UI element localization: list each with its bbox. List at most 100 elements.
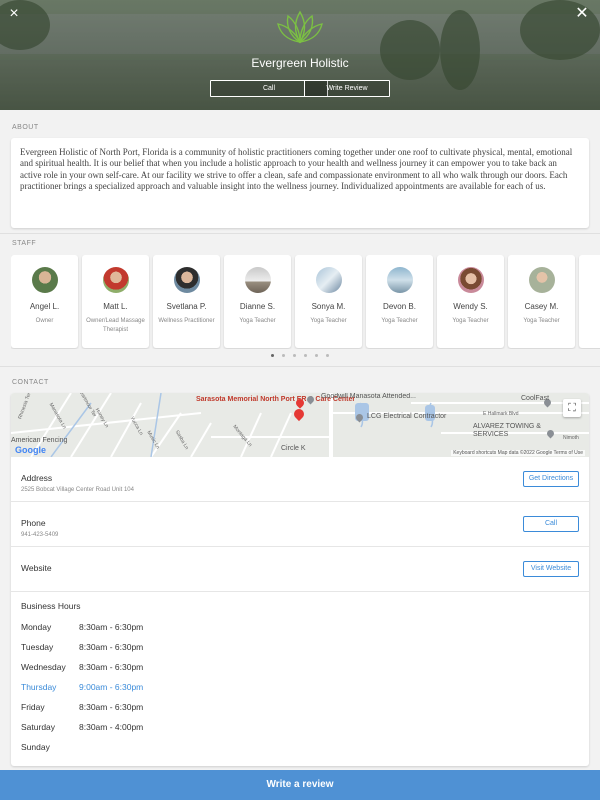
staff-role: Yoga Teacher [452,318,489,324]
divider [0,233,600,234]
about-section-label: ABOUT [12,124,39,131]
staff-card[interactable]: Sonya M. Yoga Teacher [295,255,362,348]
hours-time: 8:30am - 6:30pm [79,622,144,632]
pagination-dot[interactable] [304,354,307,357]
staff-card[interactable]: Wendy S. Yoga Teacher [437,255,504,348]
map-label-nimoth: Nimoth [563,435,579,441]
close-icon[interactable]: × [6,6,22,22]
hours-day: Thursday [21,682,57,692]
fullscreen-icon[interactable]: ⛶ [563,399,581,417]
map-label-hallmark: E Hallmark Blvd [483,411,519,417]
address-title: Address [21,473,53,483]
about-card: Evergreen Holistic of North Port, Florid… [11,138,589,228]
staff-role: Yoga Teacher [310,318,347,324]
lotus-logo-icon [277,10,323,44]
map-label-circlek: Circle K [281,445,306,452]
hours-day: Tuesday [21,642,54,652]
staff-section-label: STAFF [12,240,37,247]
staff-card[interactable]: Dianne S. Yoga Teacher [224,255,291,348]
hours-day: Monday [21,622,52,632]
hours-time: 8:30am - 4:00pm [79,722,144,732]
hours-row-today: Thursday 9:00am - 6:30pm [21,682,143,692]
staff-name: Matt L. [103,302,128,311]
business-name: Evergreen Holistic [251,56,349,70]
avatar [386,267,413,293]
staff-role: Wellness Practitioner [158,318,215,324]
staff-card[interactable]: Casey M. Yoga Teacher [508,255,575,348]
location-map[interactable]: Sarasota Memorial North Port ER & Care C… [11,393,589,457]
hours-time: 8:30am - 6:30pm [79,642,144,652]
map-label-goodwill: Goodwill Manasota Attended... [321,393,416,400]
header-banner: × ✕ Evergreen Holistic Call Write Review [0,0,600,110]
staff-role: Yoga Teacher [381,318,418,324]
staff-role: Owner/Lead Massage Therapist [86,318,145,333]
hours-day: Friday [21,702,45,712]
staff-card-partial[interactable] [579,255,600,348]
close-icon[interactable]: ✕ [574,6,590,22]
call-button[interactable]: Call [523,516,579,532]
get-directions-button[interactable]: Get Directions [523,471,579,487]
staff-card[interactable]: Svetlana P. Wellness Practitioner [153,255,220,348]
hours-row: Tuesday 8:30am - 6:30pm [21,642,143,652]
business-hours-title: Business Hours [21,601,81,611]
staff-name: Devon B. [383,302,416,311]
staff-carousel[interactable]: Angel L. Owner Matt L. Owner/Lead Massag… [11,255,600,349]
staff-card[interactable]: Devon B. Yoga Teacher [366,255,433,348]
pagination-dot[interactable] [315,354,318,357]
write-a-review-button[interactable]: Write a review [0,770,600,800]
hours-row: Friday 8:30am - 6:30pm [21,702,143,712]
visit-website-button[interactable]: Visit Website [523,561,579,577]
address-row: Address 2525 Bobcat Village Center Road … [11,457,589,502]
map-attribution[interactable]: Keyboard shortcuts Map data ©2022 Google… [451,450,585,456]
pagination-dot[interactable] [326,354,329,357]
phone-value[interactable]: 941-423-5409 [21,532,58,538]
about-text: Evergreen Holistic of North Port, Florid… [20,147,573,191]
pagination-dot[interactable] [282,354,285,357]
staff-name: Svetlana P. [166,302,207,311]
phone-row: Phone 941-423-5409 Call [11,502,589,547]
staff-role: Yoga Teacher [523,318,560,324]
hours-day: Saturday [21,722,56,732]
google-logo: Google [15,445,46,455]
hours-row: Wednesday 8:30am - 6:30pm [21,662,143,672]
hours-time: 9:00am - 6:30pm [79,682,144,692]
staff-role: Yoga Teacher [239,318,276,324]
staff-role: Owner [35,318,54,324]
staff-name: Sonya M. [311,302,346,311]
divider [0,366,600,367]
hours-time: 8:30am - 6:30pm [79,702,144,712]
staff-name: Angel L. [29,302,60,311]
avatar [457,267,484,293]
pagination-dot[interactable] [293,354,296,357]
map-label-lcg: LCG Electrical Contractor [367,413,447,420]
website-row: Website Visit Website [11,547,589,592]
pagination-dot[interactable] [271,354,274,357]
staff-name: Casey M. [524,302,559,311]
write-review-button[interactable]: Write Review [304,80,390,97]
map-label-coolfast: CoolFast [521,395,550,402]
staff-name: Dianne S. [239,302,276,311]
hours-row: Sunday [21,742,79,752]
staff-name: Wendy S. [453,302,488,311]
map-label-fencing: American Fencing [11,437,68,444]
hours-row: Monday 8:30am - 6:30pm [21,622,143,632]
website-title: Website [21,563,52,573]
avatar [31,267,58,293]
staff-card[interactable]: Matt L. Owner/Lead Massage Therapist [82,255,149,348]
hours-day: Sunday [21,742,50,752]
avatar [244,267,271,293]
map-label-alvarez: ALVAREZ TOWING & SERVICES [473,423,541,438]
avatar [315,267,342,293]
carousel-pagination [0,354,600,357]
hours-row: Saturday 8:30am - 4:00pm [21,722,143,732]
contact-card: Sarasota Memorial North Port ER & Care C… [11,393,589,766]
avatar [102,267,129,293]
phone-title: Phone [21,518,46,528]
staff-card[interactable]: Angel L. Owner [11,255,78,348]
contact-section-label: CONTACT [12,379,49,386]
hours-day: Wednesday [21,662,66,672]
avatar [528,267,555,293]
address-value: 2525 Bobcat Village Center Road Unit 104 [21,487,134,493]
hours-time: 8:30am - 6:30pm [79,662,144,672]
avatar [173,267,200,293]
